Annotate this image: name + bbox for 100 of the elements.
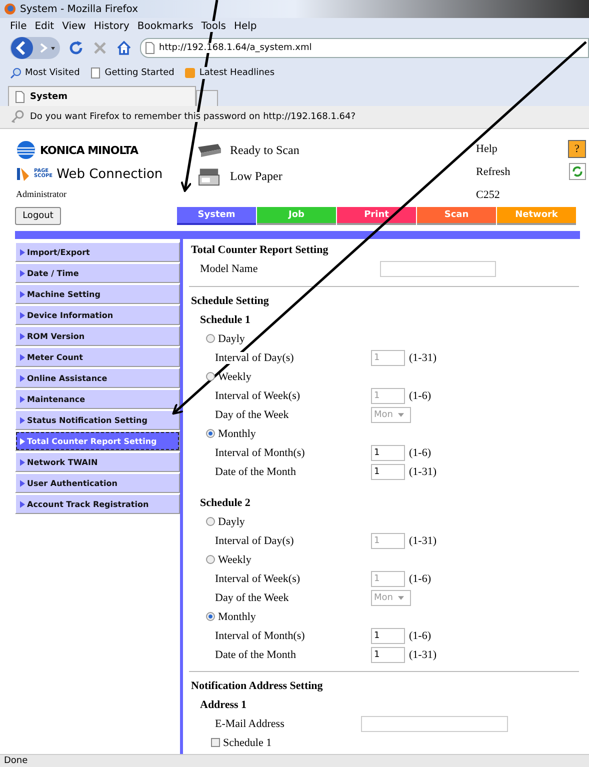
field-label: Model Name	[200, 263, 258, 275]
sidebar-item[interactable]: User Authentication	[15, 473, 180, 493]
field-label: Date of the Month	[215, 466, 296, 478]
menu-item[interactable]: Edit	[34, 20, 54, 32]
sidebar-item[interactable]: Online Assistance	[15, 368, 180, 388]
sidebar-item[interactable]: Total Counter Report Setting	[15, 431, 180, 451]
nav-tab[interactable]: System	[177, 207, 256, 225]
sidebar-item[interactable]: Status Notification Setting	[15, 410, 180, 430]
window-title: System - Mozilla Firefox	[20, 4, 138, 14]
radio-button[interactable]	[206, 517, 215, 526]
home-icon[interactable]	[116, 40, 132, 56]
radio-button[interactable]	[206, 372, 215, 381]
menu-item[interactable]: History	[94, 20, 130, 32]
browser-tab[interactable]: System	[8, 86, 196, 106]
radio-label: Weekly	[218, 554, 252, 566]
radio-button[interactable]	[206, 612, 215, 621]
number-field[interactable]: 1	[371, 444, 405, 460]
radio-button[interactable]	[206, 429, 215, 438]
field-label: Day of the Week	[214, 592, 290, 604]
notification-text: Do you want Firefox to remember this password on http://192.168.1.64?	[30, 112, 356, 122]
globe-logo-icon	[16, 140, 36, 160]
section-heading: Schedule Setting	[190, 294, 269, 306]
radio-label: Monthly	[218, 610, 256, 622]
field-label: Interval of Day(s)	[215, 534, 294, 546]
range-hint: (1-31)	[409, 534, 436, 546]
radio-button[interactable]	[206, 334, 215, 343]
sidebar-item[interactable]: Date / Time	[15, 263, 180, 283]
model-name: C252	[476, 189, 500, 202]
back-forward-control[interactable]	[10, 37, 60, 59]
checkbox[interactable]	[211, 738, 220, 747]
sidebar-item[interactable]: Network TWAIN	[15, 452, 180, 472]
key-icon	[10, 110, 24, 124]
sidebar-item[interactable]: ROM Version	[15, 326, 180, 346]
refresh-link[interactable]: Refresh	[476, 166, 510, 178]
address-bar[interactable]: http://192.168.1.64/a_system.xml	[140, 38, 589, 58]
field-label: Interval of Month(s)	[215, 630, 305, 642]
field-label: Interval of Month(s)	[215, 446, 305, 458]
brand-name: KONICA MINOLTA	[40, 144, 138, 156]
triangle-icon	[20, 458, 25, 466]
field-label: Interval of Week(s)	[215, 390, 300, 402]
number-field[interactable]: 1	[371, 628, 405, 644]
bookmark-item[interactable]: Latest Headlines	[184, 67, 275, 79]
section-heading: Notification Address Setting	[190, 680, 323, 692]
sidebar-item[interactable]: Import/Export	[15, 242, 180, 262]
feed-icon	[184, 67, 196, 79]
field-label: Interval of Week(s)	[215, 572, 300, 584]
printer-icon	[196, 166, 222, 186]
field-label: Date of the Month	[215, 648, 296, 660]
triangle-icon	[20, 248, 25, 256]
sidebar-item[interactable]: Machine Setting	[15, 284, 180, 304]
reload-icon[interactable]	[68, 40, 84, 56]
number-field[interactable]: 1	[371, 464, 405, 480]
radio-button[interactable]	[206, 555, 215, 564]
text-field[interactable]	[380, 261, 496, 277]
sidebar-item[interactable]: Maintenance	[15, 389, 180, 409]
user-role: Administrator	[16, 189, 68, 199]
range-hint: (1-6)	[409, 390, 431, 402]
globe-icon	[4, 3, 16, 15]
text-field[interactable]	[361, 716, 508, 732]
close-icon[interactable]	[92, 40, 108, 56]
help-link[interactable]: Help	[476, 142, 498, 155]
radio-label: Dayly	[218, 332, 245, 344]
page-icon	[90, 67, 102, 79]
range-hint: (1-31)	[409, 352, 436, 364]
sidebar-item[interactable]: Meter Count	[15, 347, 180, 367]
sidebar-item[interactable]: Account Track Registration	[15, 494, 180, 514]
triangle-icon	[20, 332, 25, 340]
bookmark-item[interactable]: Most Visited	[10, 67, 80, 79]
section-title: Total Counter Report Setting	[190, 244, 328, 256]
range-hint: (1-31)	[409, 648, 436, 660]
menu-item[interactable]: Help	[234, 20, 257, 32]
refresh-icon[interactable]	[569, 163, 586, 180]
product-name: Web Connection	[56, 166, 163, 182]
menu-item[interactable]: Bookmarks	[137, 20, 194, 32]
nav-tab[interactable]: Print	[337, 207, 416, 225]
menu-item[interactable]: File	[10, 20, 27, 32]
page-icon	[145, 42, 155, 54]
field-label: E-Mail Address	[215, 718, 284, 730]
caret-icon	[398, 596, 404, 600]
range-hint: (1-6)	[409, 446, 431, 458]
menu-item[interactable]: Tools	[201, 20, 226, 32]
number-field[interactable]: 1	[371, 646, 405, 662]
range-hint: (1-31)	[409, 466, 436, 478]
triangle-icon	[20, 290, 25, 298]
triangle-icon	[20, 500, 25, 508]
triangle-icon	[20, 354, 25, 360]
subsection-heading: Schedule 2	[199, 496, 250, 508]
menu-item[interactable]: View	[62, 20, 86, 32]
subsection-heading: Schedule 1	[199, 314, 250, 326]
status-text: Ready to Scan	[230, 142, 300, 158]
triangle-icon	[20, 480, 25, 486]
triangle-icon	[20, 416, 25, 424]
range-hint: (1-6)	[409, 572, 431, 584]
status-text: Low Paper	[230, 168, 282, 184]
logout-button[interactable]: Logout	[15, 207, 61, 225]
page-scope-logo-icon	[16, 166, 30, 182]
help-button[interactable]: ?	[568, 140, 586, 158]
bookmark-item[interactable]: Getting Started	[90, 67, 174, 79]
caret-icon	[398, 412, 404, 416]
sidebar-item[interactable]: Device Information	[15, 305, 180, 325]
